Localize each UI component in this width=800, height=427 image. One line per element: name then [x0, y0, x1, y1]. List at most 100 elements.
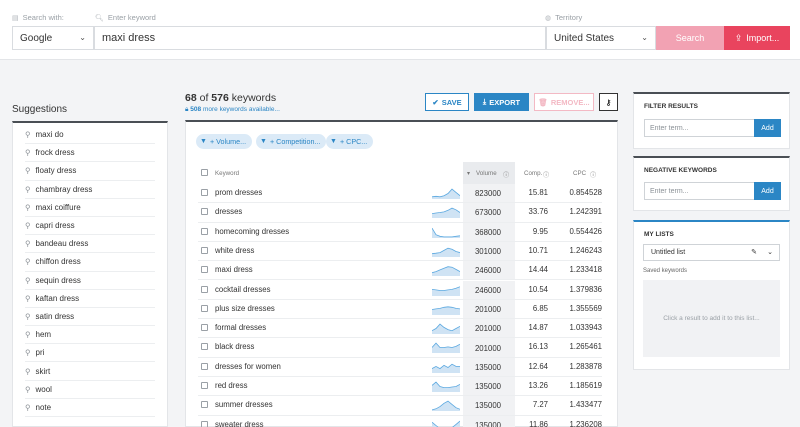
suggestion-item[interactable]: ⚲ satin dress: [25, 308, 155, 327]
filter-cpc[interactable]: ▼ + CPC...: [326, 134, 374, 149]
keyword-cell: red dress: [215, 381, 248, 390]
trend-sparkline: [432, 188, 460, 199]
keyword-cell: summer dresses: [215, 400, 273, 410]
suggestion-item[interactable]: ⚲ floaty dress: [25, 162, 155, 181]
table-row[interactable]: summer dresses 135000 7.27 1.433477: [186, 396, 617, 416]
table-row[interactable]: plus size dresses 201000 6.85 1.355569: [186, 299, 617, 320]
suggestion-item[interactable]: ⚲ wool: [25, 381, 155, 399]
sort-desc-icon: ▾: [467, 170, 471, 177]
table-row[interactable]: maxi dress 246000 14.44 1.233418: [186, 261, 617, 281]
select-all-checkbox[interactable]: [201, 169, 208, 176]
comp-cell: 15.81: [528, 188, 548, 197]
export-button[interactable]: ⤓ EXPORT: [474, 93, 529, 111]
row-checkbox[interactable]: [201, 266, 208, 274]
info-icon: ⓘ: [543, 172, 550, 179]
table-row[interactable]: dresses 673000 33.76 1.242391: [186, 203, 617, 223]
trend-sparkline: [432, 247, 460, 257]
row-checkbox[interactable]: [201, 227, 208, 235]
search-icon: ⚲: [25, 130, 31, 140]
settings-button[interactable]: ⚷: [599, 93, 618, 111]
table-row[interactable]: white dress 301000 10.71 1.246243: [186, 241, 617, 262]
comp-cell: 16.13: [528, 342, 548, 352]
table-row[interactable]: black dress 201000 16.13 1.265461: [186, 338, 617, 358]
search-icon: ⚲: [25, 384, 31, 394]
cpc-cell: 1.379836: [569, 284, 602, 294]
search-icon: ⚲: [25, 202, 31, 212]
chevron-down-icon: ⌄: [79, 33, 86, 42]
suggestions-panel: ⚲ maxi do ⚲ frock dress ⚲ floaty dress ⚲ chambr…: [12, 121, 168, 427]
suggestion-item[interactable]: ⚲ maxi do: [25, 126, 155, 145]
remove-button[interactable]: 🗑︎ REMOVE...: [534, 93, 594, 111]
trend-sparkline: [432, 227, 460, 238]
col-cpc[interactable]: CPC: [573, 170, 586, 177]
keyword-label: 🔍︎ Enter keyword: [95, 13, 156, 22]
pencil-icon[interactable]: ✎: [751, 248, 757, 256]
trend-sparkline: [432, 306, 460, 315]
table-row[interactable]: sweater dress 135000 11.86 1.236208: [186, 415, 617, 427]
search-button[interactable]: Search: [656, 26, 724, 50]
row-checkbox[interactable]: [201, 285, 208, 293]
filter-add-button[interactable]: Add: [754, 119, 781, 137]
row-checkbox[interactable]: [201, 382, 208, 389]
suggestion-item[interactable]: ⚲ kaftan dress: [25, 290, 155, 308]
suggestion-item[interactable]: ⚲ chiffon dress: [25, 253, 155, 272]
volume-cell: 135000: [463, 357, 515, 377]
row-checkbox[interactable]: [201, 401, 208, 409]
suggestion-item[interactable]: ⚲ frock dress: [25, 144, 155, 163]
cpc-cell: 1.033943: [569, 323, 602, 333]
row-checkbox[interactable]: [201, 304, 208, 312]
row-checkbox[interactable]: [201, 208, 208, 216]
table-row[interactable]: formal dresses 201000 14.87 1.033943: [186, 319, 617, 339]
download-icon: ⤓: [482, 97, 487, 106]
row-checkbox[interactable]: [201, 324, 208, 332]
trend-sparkline: [432, 381, 460, 392]
list-select[interactable]: Untitled list ✎ ⌄: [643, 244, 780, 261]
search-icon: ⚲: [25, 148, 31, 158]
col-comp[interactable]: Comp.: [524, 170, 542, 177]
territory-label: ◍ Territory: [545, 13, 583, 22]
suggestion-item[interactable]: ⚲ capri dress: [25, 217, 155, 236]
row-checkbox[interactable]: [201, 343, 208, 351]
comp-cell: 10.54: [528, 284, 548, 294]
suggestion-item[interactable]: ⚲ hem: [25, 326, 155, 345]
engine-select[interactable]: Google ⌄: [12, 26, 94, 50]
cpc-cell: 1.433477: [569, 400, 602, 410]
row-checkbox[interactable]: [201, 362, 208, 370]
table-row[interactable]: prom dresses 823000 15.81 0.854528: [186, 184, 617, 204]
negative-term-input[interactable]: Enter term...: [644, 182, 754, 200]
row-checkbox[interactable]: [201, 246, 208, 254]
filter-competition[interactable]: ▼ + Competition...: [256, 134, 327, 149]
filter-term-input[interactable]: Enter term...: [644, 119, 754, 137]
row-checkbox[interactable]: [201, 420, 208, 427]
saved-keywords-dropzone: Click a result to add it to this list...: [643, 280, 780, 357]
filter-results-title: FILTER RESULTS: [644, 103, 698, 110]
comp-cell: 10.71: [528, 245, 548, 255]
comp-cell: 14.44: [528, 265, 548, 275]
territory-select[interactable]: United States ⌄: [546, 26, 656, 50]
suggestion-item[interactable]: ⚲ sequin dress: [25, 272, 155, 290]
negative-add-button[interactable]: Add: [754, 182, 781, 200]
cpc-cell: 1.233418: [569, 265, 602, 275]
suggestion-item[interactable]: ⚲ note: [25, 399, 155, 417]
suggestion-item[interactable]: ⚲ pri: [25, 344, 155, 363]
table-row[interactable]: dresses for women 135000 12.64 1.283878: [186, 357, 617, 377]
filter-volume[interactable]: ▼ + Volume...: [196, 134, 253, 149]
col-volume[interactable]: Volume: [476, 170, 497, 177]
more-keywords-link[interactable]: 🔒︎ 508 more keywords available...: [185, 106, 280, 114]
search-icon: ⚲: [25, 166, 31, 176]
table-row[interactable]: homecoming dresses 368000 9.95 0.554426: [186, 222, 617, 242]
col-keyword[interactable]: Keyword: [215, 170, 239, 177]
row-checkbox[interactable]: [201, 189, 208, 196]
saved-keywords-label: Saved keywords: [643, 268, 688, 274]
import-button[interactable]: ⇪ Import...: [724, 26, 790, 50]
trash-icon: 🗑︎: [538, 97, 548, 107]
table-row[interactable]: red dress 135000 13.26 1.185619: [186, 377, 617, 397]
funnel-icon: ▼: [330, 138, 337, 145]
suggestion-item[interactable]: ⚲ bandeau dress: [25, 235, 155, 254]
suggestion-item[interactable]: ⚲ skirt: [25, 362, 155, 381]
save-button[interactable]: ✔ SAVE: [425, 93, 469, 111]
suggestion-item[interactable]: ⚲ chambray dress: [25, 181, 155, 199]
suggestion-item[interactable]: ⚲ maxi coiffure: [25, 199, 155, 217]
keyword-input[interactable]: maxi dress: [94, 26, 546, 50]
table-row[interactable]: cocktail dresses 246000 10.54 1.379836: [186, 280, 617, 300]
